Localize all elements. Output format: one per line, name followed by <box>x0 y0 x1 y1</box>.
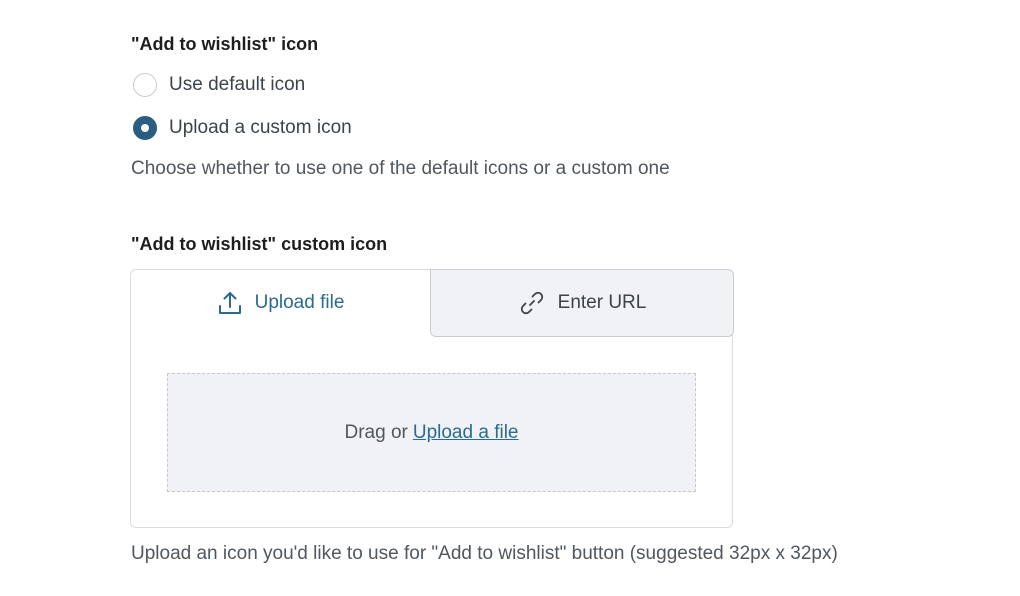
radio-custom-icon-circle[interactable] <box>133 116 157 140</box>
radio-custom-icon[interactable]: Upload a custom icon <box>133 115 352 141</box>
dropzone-prefix: Drag or <box>344 421 408 443</box>
icon-uploader: Upload file Enter URL Drag or Upload a f… <box>130 269 734 528</box>
custom-icon-help: Upload an icon you'd like to use for "Ad… <box>131 543 838 564</box>
tab-upload-file[interactable]: Upload file <box>131 269 430 337</box>
icon-setting-help: Choose whether to use one of the default… <box>131 158 670 179</box>
radio-default-icon-circle[interactable] <box>133 73 157 97</box>
tab-enter-url-label: Enter URL <box>557 292 647 313</box>
radio-custom-icon-label: Upload a custom icon <box>169 117 352 138</box>
custom-icon-title: "Add to wishlist" custom icon <box>131 234 388 254</box>
upload-icon <box>217 290 243 316</box>
file-dropzone[interactable]: Drag or Upload a file <box>167 373 696 492</box>
tab-enter-url[interactable]: Enter URL <box>430 269 734 337</box>
upload-file-link[interactable]: Upload a file <box>413 422 519 444</box>
radio-default-icon[interactable]: Use default icon <box>133 72 305 98</box>
icon-setting-title: "Add to wishlist" icon <box>131 34 319 54</box>
link-icon <box>518 289 546 317</box>
radio-default-icon-label: Use default icon <box>169 74 306 95</box>
tab-upload-file-label: Upload file <box>254 292 345 313</box>
